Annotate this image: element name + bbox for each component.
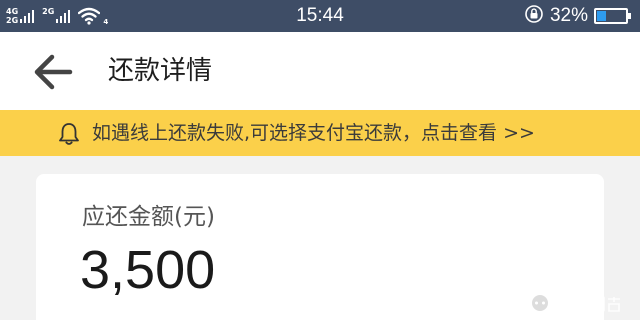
battery-percent: 32%: [549, 5, 588, 26]
app-header: 还款详情: [0, 32, 640, 110]
arrow-left-icon: [30, 54, 76, 96]
watermark-logo: [528, 292, 626, 316]
amount-due-value: 3,500: [80, 240, 216, 300]
rotation-lock-icon: [524, 4, 544, 28]
page-title: 还款详情: [108, 56, 213, 86]
status-right-group: 32%: [524, 4, 631, 28]
repayment-notice-banner[interactable]: 如遇线上还款失败,可选择支付宝还款，点击查看 >>: [0, 110, 640, 156]
chat-bubble-icon: [530, 293, 550, 314]
back-button[interactable]: [30, 52, 76, 92]
notice-text: 如遇线上还款失败,可选择支付宝还款，点击查看 >>: [92, 122, 535, 144]
watermark-wordmark: [557, 296, 620, 312]
battery-level-fill: [597, 11, 606, 21]
amount-due-card: 应还金额(元) 3,500: [36, 174, 604, 320]
bell-icon: [58, 122, 80, 150]
battery-icon: [594, 8, 631, 24]
amount-due-label: 应还金额(元): [82, 204, 215, 230]
status-bar: 4G 2G 2G 4 15:44 32%: [0, 0, 640, 32]
